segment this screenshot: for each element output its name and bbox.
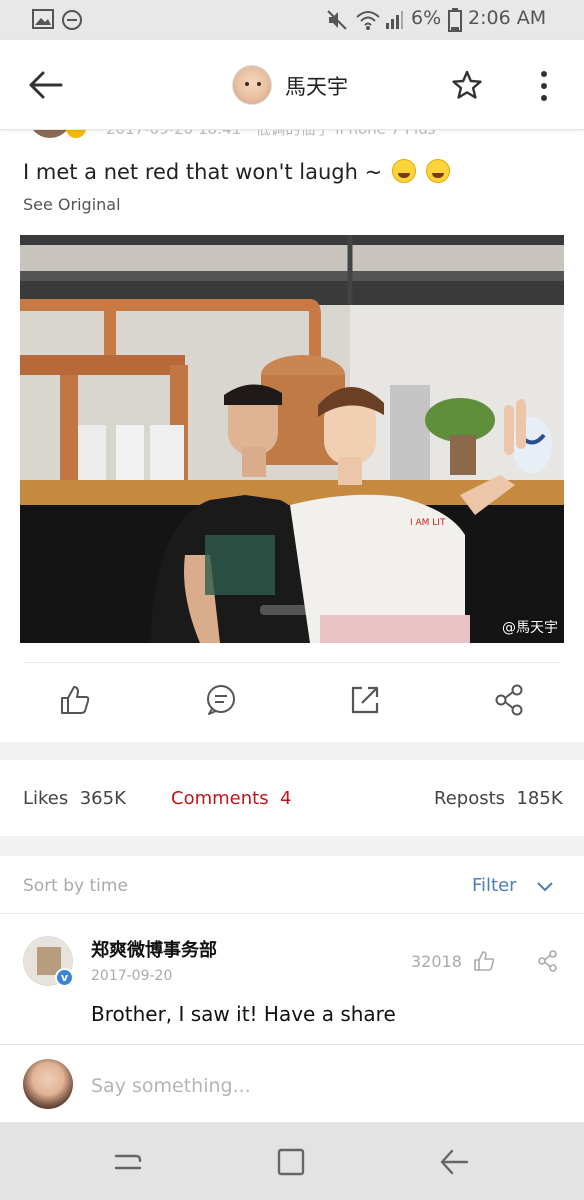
reposts-tab[interactable]: Reposts 185K <box>434 788 563 809</box>
signal-icon <box>386 11 403 29</box>
profile-avatar[interactable] <box>232 65 272 105</box>
likes-label: Likes <box>23 788 69 809</box>
image-icon <box>32 9 54 29</box>
stats-bar: Likes 365K Comments 4 Reposts 185K <box>0 760 584 836</box>
clock: 2:06 AM <box>468 7 547 29</box>
back-arrow-icon[interactable] <box>26 69 64 101</box>
back-icon[interactable] <box>436 1144 472 1180</box>
comment-like-count: 32018 <box>411 952 462 971</box>
post-card: 2017-09-20 18:41 · 低调的佃子 iPhone 7 Plus I… <box>0 110 584 742</box>
battery-percent: 6% <box>411 7 442 29</box>
wifi-icon <box>356 11 380 30</box>
laughing-tears-emoji <box>391 159 416 183</box>
comment-share-icon[interactable] <box>536 949 560 973</box>
filter-button[interactable]: Filter <box>472 856 562 912</box>
comments-count: 4 <box>280 788 292 809</box>
profile-name[interactable]: 馬天宇 <box>285 71 348 101</box>
repost-icon[interactable] <box>348 683 382 717</box>
see-original-link[interactable]: See Original <box>23 195 121 214</box>
status-bar: 6% 2:06 AM <box>0 0 584 40</box>
share-icon[interactable] <box>493 683 527 717</box>
system-nav-bar <box>0 1122 584 1200</box>
commenter-name[interactable]: 郑爽微博事务部 <box>91 936 217 962</box>
comments-section: Sort by time Filter v 郑爽微博事务部 2017-09-20… <box>0 856 584 1044</box>
post-text-content: I met a net red that won't laugh ~ <box>23 160 383 184</box>
comment-date: 2017-09-20 <box>91 968 173 984</box>
more-vertical-icon[interactable] <box>534 69 554 103</box>
verified-badge-icon: v <box>55 968 74 987</box>
comments-tab[interactable]: Comments 4 <box>171 788 291 809</box>
svg-text:I AM LIT: I AM LIT <box>410 518 446 528</box>
post-text: I met a net red that won't laugh ~ <box>23 159 450 184</box>
post-photo-illustration: I AM LIT <box>20 235 564 643</box>
battery-icon <box>448 8 462 32</box>
sort-by-time[interactable]: Sort by time <box>23 876 128 896</box>
home-icon[interactable] <box>273 1144 309 1180</box>
comments-divider <box>0 913 584 914</box>
comment-input[interactable] <box>91 1071 551 1101</box>
like-icon[interactable] <box>58 683 92 717</box>
reposts-count: 185K <box>516 788 563 809</box>
likes-tab[interactable]: Likes 365K <box>23 788 126 809</box>
comment-composer <box>0 1044 584 1122</box>
post-divider <box>23 662 561 663</box>
filter-label: Filter <box>472 875 517 896</box>
photo-watermark: @馬天宇 <box>502 620 558 636</box>
comments-label: Comments <box>171 788 269 809</box>
post-photo[interactable]: I AM LIT @馬天宇 <box>20 235 564 643</box>
comment-like-icon[interactable] <box>472 949 496 973</box>
chevron-down-icon <box>537 882 553 892</box>
likes-count: 365K <box>79 788 126 809</box>
star-icon[interactable] <box>451 69 483 101</box>
mute-icon <box>327 10 347 30</box>
recent-apps-icon[interactable] <box>110 1144 146 1180</box>
top-app-bar: 馬天宇 <box>0 40 584 130</box>
comment-text: Brother, I saw it! Have a share <box>91 1002 396 1026</box>
reposts-label: Reposts <box>434 788 506 809</box>
laughing-emoji <box>425 159 450 183</box>
current-user-avatar <box>23 1059 73 1109</box>
do-not-disturb-icon <box>62 10 82 30</box>
comment-icon[interactable] <box>204 683 238 717</box>
